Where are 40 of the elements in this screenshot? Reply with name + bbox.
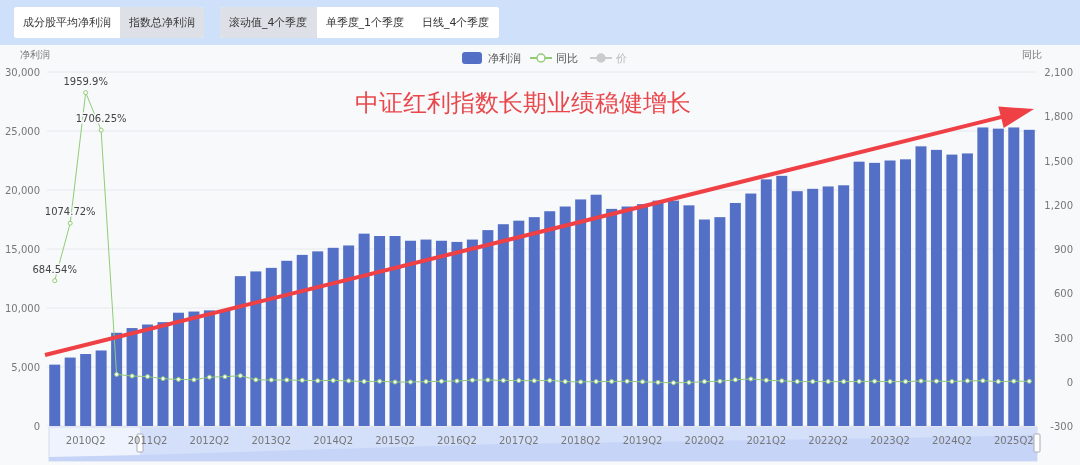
axis-tick-label: 2010Q2 <box>65 435 106 446</box>
axis-tick-label: 2011Q2 <box>127 435 168 446</box>
axis-tick-label: 2018Q2 <box>560 435 601 446</box>
axis-tick-label: 2013Q2 <box>251 435 292 446</box>
data-label: 1959.9% <box>63 75 108 87</box>
axis-title: 同比 <box>1022 49 1042 60</box>
axis-tick-label: 1,500 <box>1044 155 1073 167</box>
axis-tick-label: 2,100 <box>1044 67 1073 78</box>
axis-title: 净利润 <box>20 49 50 60</box>
axis-tick-label: 2015Q2 <box>375 435 415 446</box>
axis-tick-label: 2016Q2 <box>437 435 477 446</box>
axis-tick-label: 900 <box>1053 244 1073 255</box>
axis-tick-label: 2021Q2 <box>746 435 787 446</box>
axis-tick-label: 2020Q2 <box>684 435 725 446</box>
axis-tick-label: 2014Q2 <box>313 435 353 446</box>
axis-tick-label: 2025Q2 <box>993 435 1034 446</box>
axis-tick-label: 5,000 <box>11 362 40 373</box>
legend-label: 同比 <box>556 52 578 65</box>
axis-tick-label: 1,200 <box>1044 199 1073 211</box>
headline: 中证红利指数长期业绩稳健增长 <box>355 89 691 117</box>
axis-tick-label: 1,800 <box>1044 111 1073 123</box>
axis-tick-label: 600 <box>1053 288 1073 300</box>
axis-tick-label: 300 <box>1053 332 1073 344</box>
axis-tick-label: 0 <box>33 421 40 432</box>
axis-tick-label: -300 <box>1050 421 1073 432</box>
axis-tick-label: 2012Q2 <box>189 435 230 446</box>
axis-tick-label: 30,000 <box>5 67 40 78</box>
axis-tick-label: 2019Q2 <box>622 435 663 446</box>
axis-tick-label: 2024Q2 <box>932 435 972 446</box>
axis-tick-label: 2023Q2 <box>870 435 910 446</box>
data-label: 1074.72% <box>44 206 96 218</box>
axis-tick-label: 25,000 <box>5 126 40 137</box>
legend-label: 净利润 <box>488 52 521 65</box>
data-label: 684.54% <box>32 263 77 275</box>
axis-tick-label: 2022Q2 <box>808 435 848 446</box>
axis-tick-label: 10,000 <box>5 303 40 314</box>
axis-tick-label: 2017Q2 <box>498 435 539 446</box>
axis-tick-label: 15,000 <box>5 244 40 255</box>
axis-tick-label: 0 <box>1066 376 1073 388</box>
axis-tick-label: 20,000 <box>5 185 40 196</box>
